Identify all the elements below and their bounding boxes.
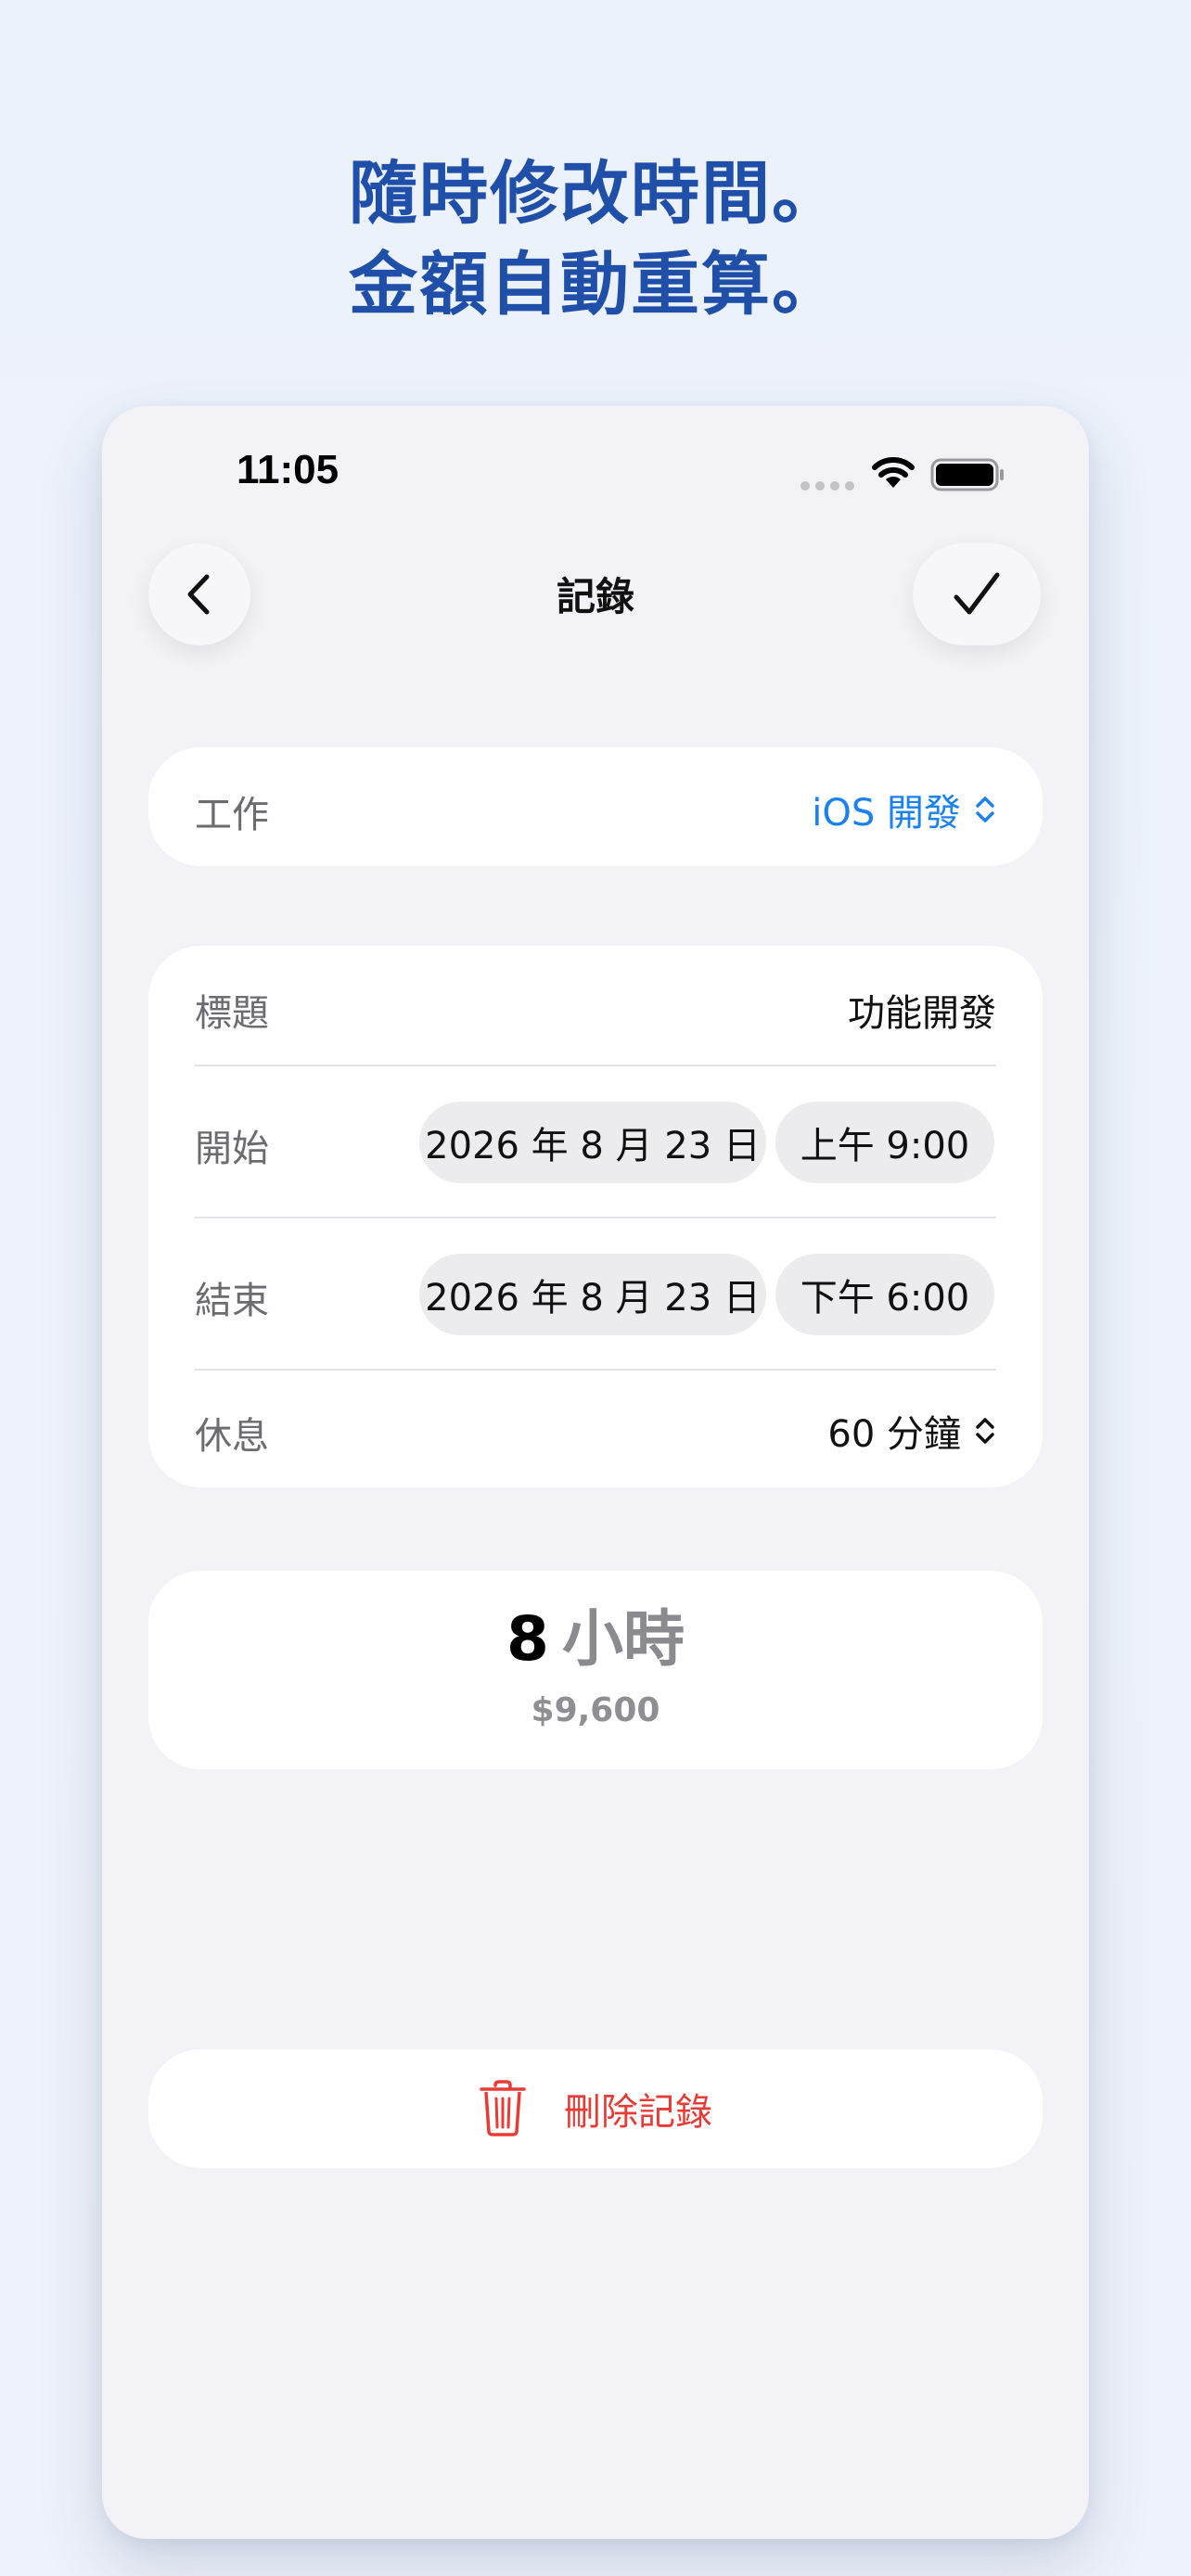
headline-line-1: 隨時修改時間。 [349, 154, 842, 234]
end-time-picker[interactable]: 下午 6:00 [775, 1254, 994, 1335]
break-picker[interactable]: 60 分鐘 [827, 1404, 996, 1458]
save-button[interactable] [913, 543, 1041, 645]
cellular-signal-icon [800, 481, 854, 491]
end-label: 結束 [195, 1280, 269, 1322]
wifi-icon [872, 457, 915, 488]
job-value: iOS 開發 [812, 792, 961, 835]
marketing-headline: 隨時修改時間。 金額自動重算。 [0, 148, 1191, 330]
headline-line-2: 金額自動重算。 [349, 245, 842, 325]
title-label: 標題 [195, 992, 269, 1035]
hours-value: 8 [506, 1603, 549, 1675]
delete-record-button[interactable]: 刪除記錄 [148, 2049, 1043, 2168]
job-picker[interactable]: iOS 開發 [812, 783, 996, 836]
job-label: 工作 [195, 794, 269, 836]
start-label: 開始 [195, 1128, 269, 1170]
job-card: 工作 iOS 開發 [148, 747, 1043, 866]
end-date-picker[interactable]: 2026 年 8 月 23 日 [419, 1254, 766, 1335]
chevron-up-down-icon [976, 797, 994, 823]
phone-screen: 11:05 記錄 工作 iOS 開發 標題 功能開發 開始 2026 年 8 月… [102, 406, 1089, 2539]
battery-icon [930, 458, 1004, 491]
trash-icon [480, 2080, 526, 2136]
total-card: 8 小時 $9,600 [148, 1571, 1043, 1769]
divider [195, 1065, 996, 1066]
start-date-picker[interactable]: 2026 年 8 月 23 日 [419, 1102, 766, 1183]
divider [195, 1217, 996, 1218]
divider [195, 1369, 996, 1371]
delete-label: 刪除記錄 [564, 2091, 712, 2134]
total-hours: 8 小時 [148, 1602, 1043, 1677]
checkmark-icon [954, 572, 1000, 615]
chevron-up-down-icon [976, 1418, 994, 1444]
title-field[interactable]: 功能開發 [848, 983, 996, 1037]
break-label: 休息 [195, 1415, 269, 1458]
hours-unit: 小時 [561, 1603, 685, 1675]
start-time-picker[interactable]: 上午 9:00 [775, 1102, 994, 1183]
break-value: 60 分鐘 [827, 1413, 961, 1456]
total-amount: $9,600 [531, 1691, 660, 1729]
status-time: 11:05 [237, 447, 339, 492]
details-card: 標題 功能開發 開始 2026 年 8 月 23 日 上午 9:00 結束 20… [148, 946, 1043, 1487]
